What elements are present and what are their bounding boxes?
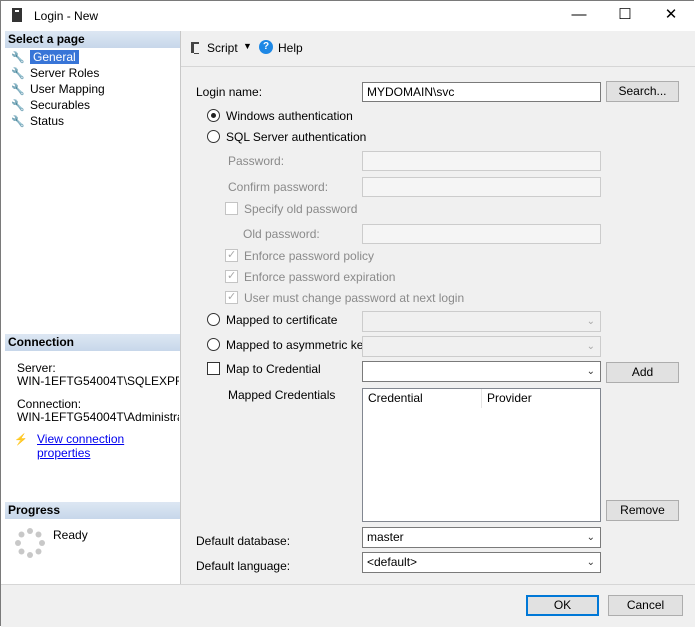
enforce-expiration-checkbox[interactable] bbox=[225, 269, 238, 283]
old-password-input[interactable] bbox=[362, 224, 601, 244]
wrench-icon: 🔧 bbox=[11, 68, 25, 80]
credential-select[interactable]: ⌄ bbox=[362, 361, 601, 382]
page-status-label: Status bbox=[30, 114, 65, 128]
map-credential-checkbox[interactable] bbox=[207, 362, 220, 375]
chevron-down-icon: ⌄ bbox=[586, 366, 595, 377]
chevron-down-icon: ⌄ bbox=[586, 341, 595, 352]
connection-header: Connection bbox=[5, 334, 180, 351]
progress-spinner-icon bbox=[15, 528, 45, 558]
default-database-label: Default database: bbox=[196, 534, 291, 548]
toolbar: Script ▼ ? Help bbox=[181, 31, 695, 67]
old-password-label: Old password: bbox=[243, 227, 320, 241]
wrench-icon: 🔧 bbox=[11, 100, 25, 112]
page-server-roles[interactable]: 🔧 Server Roles bbox=[11, 66, 99, 81]
view-connection-properties-link[interactable]: View connection properties bbox=[37, 432, 180, 460]
map-credential-label: Map to Credential bbox=[226, 362, 321, 376]
minimize-button[interactable]: — bbox=[556, 1, 602, 31]
script-button[interactable]: Script bbox=[207, 41, 238, 55]
page-user-mapping[interactable]: 🔧 User Mapping bbox=[11, 82, 105, 97]
left-pane: Select a page 🔧 General 🔧 Server Roles 🔧 Us… bbox=[5, 31, 181, 584]
maximize-button[interactable]: ☐ bbox=[602, 1, 648, 31]
page-general[interactable]: 🔧 General bbox=[11, 50, 79, 65]
chevron-down-icon: ⌄ bbox=[586, 532, 595, 543]
page-securables[interactable]: 🔧 Securables bbox=[11, 98, 90, 113]
default-database-select[interactable]: master ⌄ bbox=[362, 527, 601, 548]
title-bar: Login - New — ☐ ✕ bbox=[1, 1, 695, 31]
must-change-label: User must change password at next login bbox=[244, 291, 465, 305]
credential-column-header[interactable]: Credential bbox=[363, 389, 482, 408]
specify-old-password-checkbox[interactable] bbox=[225, 202, 238, 215]
login-name-label: Login name: bbox=[196, 85, 263, 99]
add-button[interactable]: Add bbox=[606, 362, 679, 383]
server-value: WIN-1EFTG54004T\SQLEXPRES bbox=[17, 374, 179, 388]
confirm-password-label: Confirm password: bbox=[228, 180, 329, 194]
wrench-icon: 🔧 bbox=[11, 116, 25, 128]
default-language-value: <default> bbox=[367, 555, 418, 569]
password-label: Password: bbox=[228, 154, 285, 168]
select-page-header: Select a page bbox=[5, 31, 180, 48]
progress-header: Progress bbox=[5, 502, 180, 519]
default-language-label: Default language: bbox=[196, 559, 291, 573]
sql-auth-label: SQL Server authentication bbox=[226, 130, 367, 144]
mapped-certificate-radio[interactable] bbox=[207, 313, 220, 326]
connection-value: WIN-1EFTG54004T\Administrator bbox=[17, 410, 179, 424]
provider-column-header[interactable]: Provider bbox=[482, 389, 600, 408]
help-icon: ? bbox=[259, 40, 273, 54]
windows-auth-radio[interactable] bbox=[207, 109, 220, 122]
mapped-asymmetric-key-radio[interactable] bbox=[207, 338, 220, 351]
enforce-expiration-label: Enforce password expiration bbox=[244, 270, 396, 284]
window-title: Login - New bbox=[34, 9, 99, 23]
sql-auth-radio[interactable] bbox=[207, 130, 220, 143]
app-icon bbox=[12, 8, 22, 22]
mapped-certificate-label: Mapped to certificate bbox=[226, 313, 338, 327]
mapped-credentials-label: Mapped Credentials bbox=[228, 388, 336, 402]
asymmetric-key-select[interactable]: ⌄ bbox=[362, 336, 601, 357]
mapped-asymmetric-key-label: Mapped to asymmetric key bbox=[226, 338, 370, 352]
connection-properties-icon: ⚡ bbox=[14, 434, 28, 446]
close-button[interactable]: ✕ bbox=[648, 1, 694, 31]
must-change-checkbox[interactable] bbox=[225, 290, 238, 304]
wrench-icon: 🔧 bbox=[11, 84, 25, 96]
specify-old-password-label: Specify old password bbox=[244, 202, 358, 216]
page-server-roles-label: Server Roles bbox=[30, 66, 100, 80]
remove-button[interactable]: Remove bbox=[606, 500, 679, 521]
connection-label: Connection: bbox=[17, 397, 82, 411]
login-new-dialog: Login - New — ☐ ✕ Select a page 🔧 General… bbox=[0, 0, 695, 627]
windows-auth-label: Windows authentication bbox=[226, 109, 353, 123]
dialog-footer: OK Cancel bbox=[1, 584, 695, 627]
progress-status: Ready bbox=[53, 528, 88, 542]
enforce-policy-label: Enforce password policy bbox=[244, 249, 375, 263]
chevron-down-icon: ⌄ bbox=[586, 557, 595, 568]
server-label: Server: bbox=[17, 361, 56, 375]
page-securables-label: Securables bbox=[30, 98, 91, 112]
default-language-select[interactable]: <default> ⌄ bbox=[362, 552, 601, 573]
ok-button[interactable]: OK bbox=[526, 595, 599, 616]
cancel-button[interactable]: Cancel bbox=[608, 595, 683, 616]
enforce-policy-checkbox[interactable] bbox=[225, 248, 238, 262]
mapped-credentials-grid[interactable]: Credential Provider bbox=[362, 388, 601, 522]
search-button[interactable]: Search... bbox=[606, 81, 679, 102]
confirm-password-input[interactable] bbox=[362, 177, 601, 197]
login-name-input[interactable]: MYDOMAIN\svc bbox=[362, 82, 601, 102]
chevron-down-icon: ⌄ bbox=[586, 316, 595, 327]
password-input[interactable] bbox=[362, 151, 601, 171]
script-icon bbox=[189, 41, 201, 55]
wrench-icon: 🔧 bbox=[11, 52, 25, 64]
page-user-mapping-label: User Mapping bbox=[30, 82, 105, 96]
script-dropdown-icon[interactable]: ▼ bbox=[243, 41, 252, 51]
page-general-label: General bbox=[30, 50, 79, 64]
help-button[interactable]: Help bbox=[278, 41, 303, 55]
page-status[interactable]: 🔧 Status bbox=[11, 114, 64, 129]
certificate-select[interactable]: ⌄ bbox=[362, 311, 601, 332]
default-database-value: master bbox=[367, 530, 404, 544]
